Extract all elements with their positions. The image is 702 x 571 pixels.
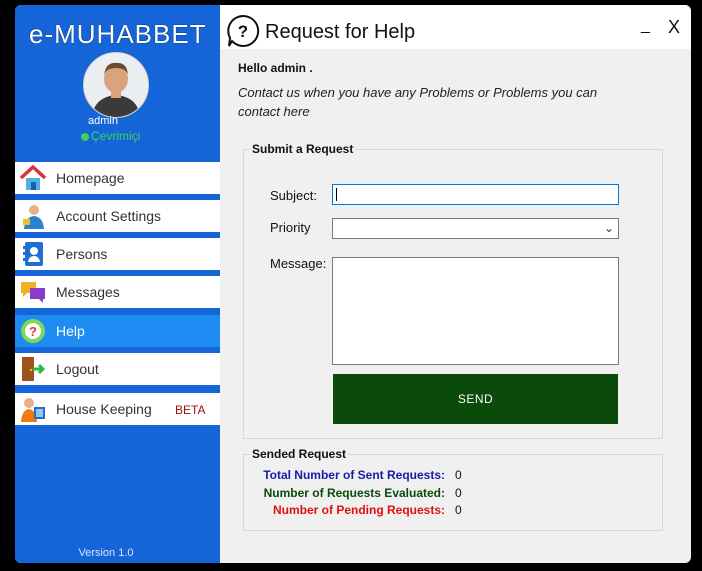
message-label: Message: [270,256,327,271]
username: admin [88,115,118,127]
sidebar-item-help[interactable]: ? Help [15,315,220,347]
chevron-down-icon: ⌄ [603,221,614,235]
app-window: e-MUHABBET admin Çevrimiçi Homepage Acco… [15,5,691,563]
sidebar-item-label: Persons [56,246,108,262]
app-logo: e-MUHABBET [29,19,207,49]
status-text: Çevrimiçi [91,129,141,143]
sidebar-item-label: Messages [56,284,120,300]
evaluated-label: Number of Requests Evaluated: [263,486,445,500]
group-title: Submit a Request [252,142,354,156]
sidebar-item-homepage[interactable]: Homepage [15,162,220,194]
online-dot-icon [81,132,89,141]
sidebar: e-MUHABBET admin Çevrimiçi Homepage Acco… [15,5,220,563]
svg-text:?: ? [29,324,37,339]
housekeeping-icon [18,394,48,424]
online-status: Çevrimiçi [81,129,140,143]
sidebar-item-label: Logout [56,361,99,377]
sidebar-item-label: Help [56,323,85,339]
pending-value: 0 [455,503,462,517]
group-title: Sended Request [252,447,347,461]
close-button[interactable]: X [668,17,680,38]
minimize-button[interactable]: _ [641,17,650,35]
priority-label: Priority [270,220,311,235]
beta-badge: BETA [175,403,206,417]
priority-select[interactable]: ⌄ [332,218,619,239]
user-settings-icon [18,201,48,231]
subject-label: Subject: [270,188,317,203]
sidebar-item-logout[interactable]: Logout [15,353,220,385]
messages-icon [18,277,48,307]
send-button[interactable]: SEND [333,374,618,424]
title-bar: ? Request for Help _ X [220,5,691,49]
help-question-icon: ? [226,14,260,53]
subject-input[interactable] [332,184,619,205]
message-textarea[interactable] [332,257,619,365]
sidebar-item-label: Homepage [56,170,125,186]
home-icon [18,163,48,193]
avatar [83,52,149,118]
sidebar-item-label: Account Settings [56,208,162,224]
logout-icon [18,354,48,384]
sidebar-item-messages[interactable]: Messages [15,276,220,308]
sidebar-item-label: House Keeping [56,401,152,417]
sidebar-item-persons[interactable]: Persons [15,238,220,270]
page-title: Request for Help [265,21,416,43]
text-caret [336,188,337,201]
sidebar-item-house-keeping[interactable]: House Keeping BETA [15,393,220,425]
pending-label: Number of Pending Requests: [272,503,445,517]
sidebar-item-account-settings[interactable]: Account Settings [15,200,220,232]
total-sent-value: 0 [455,468,462,482]
svg-text:?: ? [238,22,248,41]
contact-text: Contact us when you have any Problems or… [238,85,598,119]
version-label: Version 1.0 [78,547,134,559]
evaluated-value: 0 [455,486,462,500]
help-icon: ? [18,316,48,346]
greeting: Hello admin . [238,61,313,75]
contacts-icon [18,239,48,269]
total-sent-label: Total Number of Sent Requests: [263,468,445,482]
